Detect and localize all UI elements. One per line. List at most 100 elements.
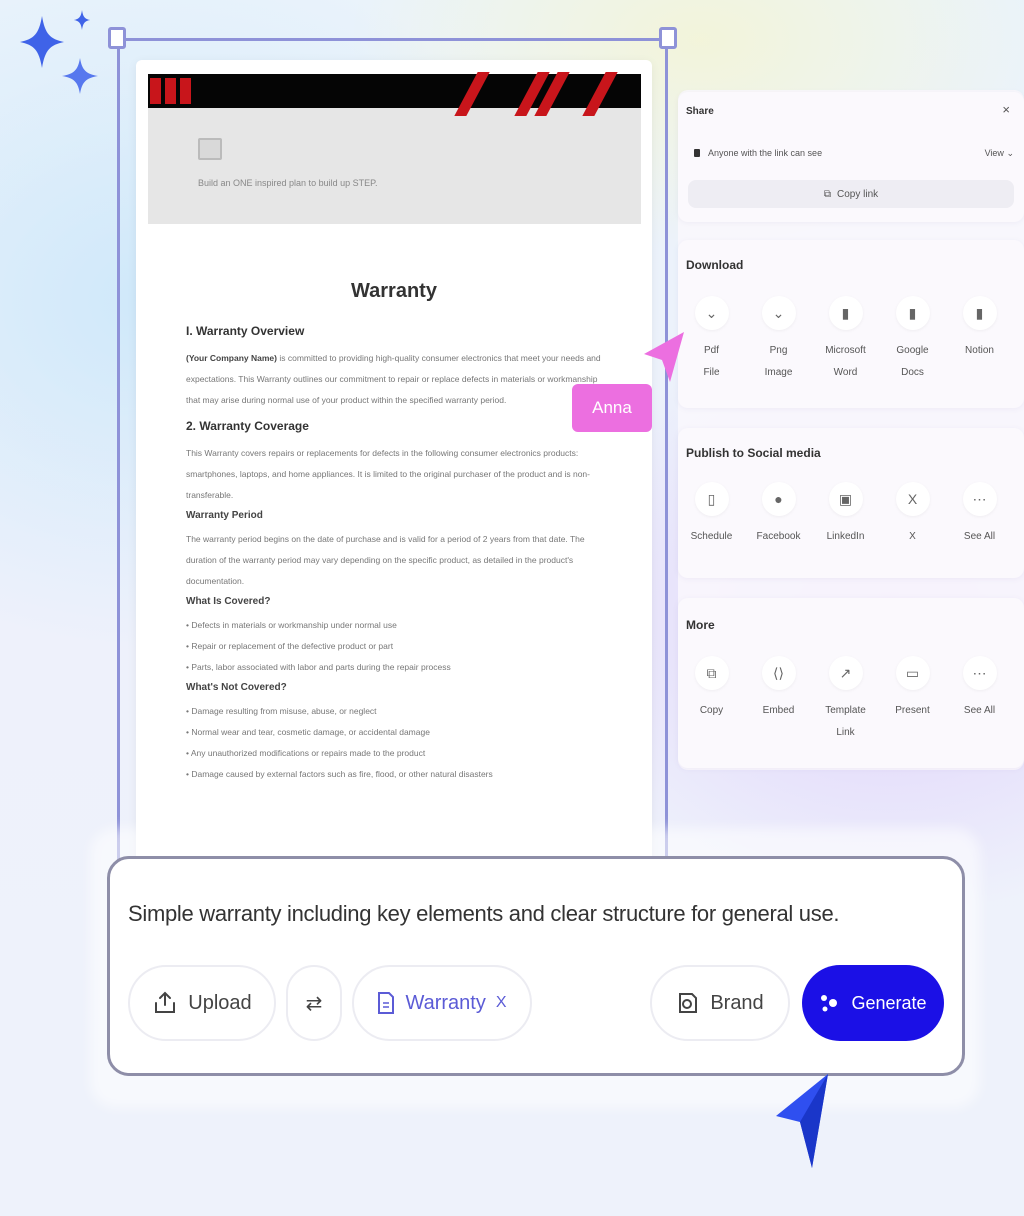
more-option[interactable]: ⋯ See All xyxy=(946,656,1013,744)
social-option-label: X xyxy=(909,531,916,542)
resize-handle-top-left[interactable] xyxy=(108,27,126,49)
social-option[interactable]: ▯ Schedule xyxy=(678,482,745,548)
document-icon xyxy=(378,992,395,1014)
access-row[interactable]: Anyone with the link can see View ⌄ xyxy=(694,140,1014,166)
google-docs-icon: ▮ xyxy=(895,296,930,330)
permission-select[interactable]: View ⌄ xyxy=(985,148,1014,159)
more-option-label: Present xyxy=(895,700,929,722)
lock-icon xyxy=(694,149,700,157)
swap-icon: ⇄ xyxy=(305,992,323,1015)
social-title: Publish to Social media xyxy=(686,446,821,460)
download-option-label: Notion xyxy=(965,340,994,362)
social-option[interactable]: XX xyxy=(879,482,946,548)
social-option-label: LinkedIn xyxy=(826,531,865,542)
more-option[interactable]: ⧉ Copy xyxy=(678,656,745,744)
download-option[interactable]: ▮ Notion xyxy=(946,296,1013,384)
social-option[interactable]: ▣ LinkedIn xyxy=(812,482,879,548)
sparkles-icon xyxy=(20,10,98,94)
download-title: Download xyxy=(686,258,744,272)
link-icon: ⧉ xyxy=(823,188,831,200)
label-line: See All xyxy=(963,705,996,716)
download-option[interactable]: ⌄ Pdf File xyxy=(678,296,745,384)
label-line: Pdf xyxy=(703,345,719,356)
more-option-label: See All xyxy=(964,700,995,722)
linkedin-icon: ▣ xyxy=(828,482,863,516)
schedule-icon: ▯ xyxy=(694,482,729,516)
attachment-label: Warranty xyxy=(405,991,486,1014)
remove-attachment-icon[interactable]: X xyxy=(496,994,507,1012)
upload-button[interactable]: Upload xyxy=(128,965,276,1041)
social-option-label: Schedule xyxy=(690,531,733,542)
share-card: Share × Anyone with the link can see Vie… xyxy=(678,92,1024,222)
download-options: ⌄ Pdf File ⌄ Png Image ▮ Microsoft Word ▮ Google Do… xyxy=(678,296,1024,384)
label-line: File xyxy=(703,367,720,378)
download-option-label: Pdf File xyxy=(703,340,719,384)
pdf-icon: ⌄ xyxy=(694,296,729,330)
prompt-box[interactable]: Simple warranty including key elements a… xyxy=(107,856,965,1076)
more-option-label: Template Link xyxy=(825,700,866,744)
more-option-label: Embed xyxy=(763,700,795,722)
label-line: Google xyxy=(896,345,929,356)
chevron-down-icon: ⌄ xyxy=(1006,147,1014,158)
label-line: Copy xyxy=(699,705,724,716)
label-line: Png xyxy=(769,345,788,356)
download-option[interactable]: ⌄ Png Image xyxy=(745,296,812,384)
social-options: ▯ Schedule ● Facebook ▣ LinkedIn X X ⋯ See All xyxy=(678,482,1024,548)
prompt-text[interactable]: Simple warranty including key elements a… xyxy=(128,901,840,927)
copy-icon: ⧉ xyxy=(694,656,729,690)
brand-icon xyxy=(679,993,698,1013)
label-line: Present xyxy=(895,705,930,716)
label-line: Template xyxy=(825,705,866,716)
share-title: Share xyxy=(686,106,714,117)
download-option[interactable]: ▮ Microsoft Word xyxy=(812,296,879,384)
download-option-label: Png Image xyxy=(765,340,793,384)
png-icon: ⌄ xyxy=(761,296,796,330)
more-options: ⧉ Copy ⟨⟩ Embed ↗ Template Link ▭ Present ⋯ See Al… xyxy=(678,656,1024,744)
access-text: Anyone with the link can see xyxy=(708,148,823,158)
facebook-icon: ● xyxy=(761,482,796,516)
label-line: Microsoft xyxy=(825,345,866,356)
generate-button[interactable]: Generate xyxy=(802,965,944,1041)
pointer-cursor-icon xyxy=(776,1074,828,1168)
download-option-label: Google Docs xyxy=(896,340,928,384)
download-option[interactable]: ▮ Google Docs xyxy=(879,296,946,384)
generate-sparkle-icon xyxy=(821,995,838,1012)
collaborator-name-tag: Anna xyxy=(572,384,652,432)
label-line: Docs xyxy=(901,367,924,378)
more-option[interactable]: ▭ Present xyxy=(879,656,946,744)
word-icon: ▮ xyxy=(828,296,863,330)
label-line: Link xyxy=(836,727,855,738)
attachment-chip[interactable]: Warranty X xyxy=(352,965,532,1041)
social-card: Publish to Social media ▯ Schedule ● Facebo… xyxy=(678,428,1024,578)
social-option-label: Facebook xyxy=(756,531,801,542)
more-option-label: Copy xyxy=(700,700,723,722)
collaborator-cursor-icon xyxy=(644,332,684,382)
label-line: Embed xyxy=(762,705,795,716)
brand-button[interactable]: Brand xyxy=(650,965,790,1041)
label-line: Notion xyxy=(965,345,994,356)
more-option[interactable]: ⟨⟩ Embed xyxy=(745,656,812,744)
download-option-label: Microsoft Word xyxy=(825,340,866,384)
copy-link-button[interactable]: ⧉ Copy link xyxy=(688,180,1014,208)
social-option[interactable]: ⋯ See All xyxy=(946,482,1013,548)
embed-icon: ⟨⟩ xyxy=(761,656,796,690)
x-icon: X xyxy=(895,482,930,516)
more-icon: ⋯ xyxy=(962,482,997,516)
download-card: Download ⌄ Pdf File ⌄ Png Image ▮ Microsoft Word… xyxy=(678,240,1024,408)
social-option-label: See All xyxy=(963,531,996,542)
more-card: More ⧉ Copy ⟨⟩ Embed ↗ Template Link ▭ Present ⋯ S… xyxy=(678,598,1024,768)
upload-icon xyxy=(155,991,176,1013)
label-line: Word xyxy=(833,367,858,378)
resize-handle-top-right[interactable] xyxy=(659,27,677,49)
notion-icon: ▮ xyxy=(962,296,997,330)
more-title: More xyxy=(686,618,715,632)
present-icon: ▭ xyxy=(895,656,930,690)
social-option[interactable]: ● Facebook xyxy=(745,482,812,548)
close-icon[interactable]: × xyxy=(1002,102,1010,117)
more-icon: ⋯ xyxy=(962,656,997,690)
selection-frame xyxy=(117,38,668,868)
template-link-icon: ↗ xyxy=(828,656,863,690)
more-option[interactable]: ↗ Template Link xyxy=(812,656,879,744)
swap-button[interactable]: ⇄ xyxy=(286,965,342,1041)
label-line: Image xyxy=(764,367,793,378)
